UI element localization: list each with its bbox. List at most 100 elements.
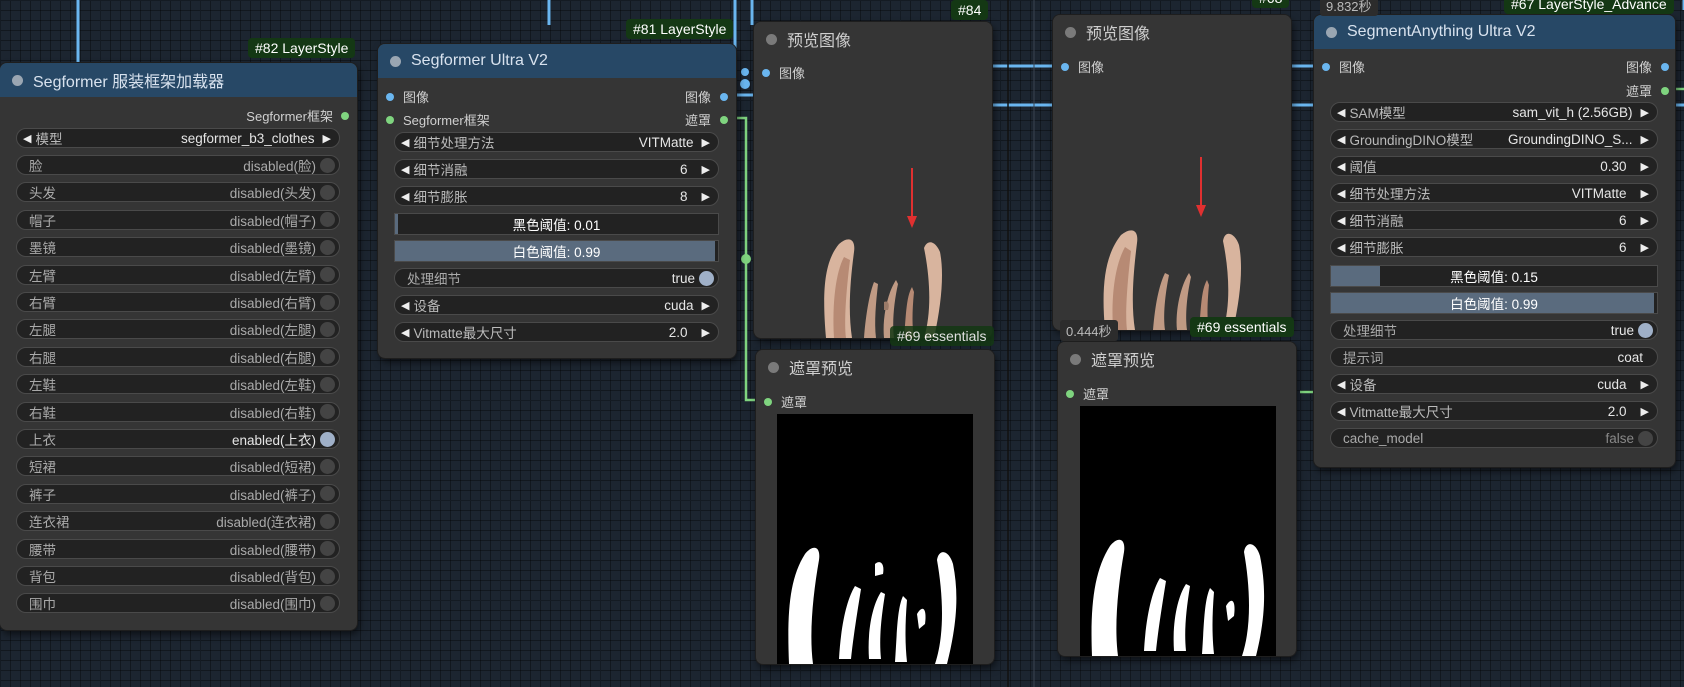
toggle-knob-icon[interactable] bbox=[1638, 430, 1653, 446]
toggle-knob-icon[interactable] bbox=[320, 458, 335, 474]
toggle-knob-icon[interactable] bbox=[320, 321, 335, 337]
collapse-dot-icon[interactable] bbox=[766, 33, 777, 45]
output-socket-icon[interactable] bbox=[1661, 62, 1669, 71]
toggle-knob-icon[interactable] bbox=[320, 431, 335, 447]
detail-method-combo[interactable]: ◀ 细节处理方法 VITMatte ▶ bbox=[394, 132, 719, 152]
arrow-left-icon[interactable]: ◀ bbox=[17, 132, 31, 145]
clothes-item-toggle[interactable]: 短裙 disabled(短裙) bbox=[16, 456, 340, 477]
collapse-dot-icon[interactable] bbox=[1065, 26, 1076, 38]
collapse-dot-icon[interactable] bbox=[12, 74, 23, 86]
preview-image[interactable] bbox=[784, 152, 974, 338]
input-mask[interactable]: 遮罩 bbox=[764, 392, 807, 411]
preview-image-node-2[interactable]: 预览图像 图像 bbox=[1053, 15, 1291, 330]
mask-image[interactable] bbox=[1080, 406, 1276, 656]
arrow-left-icon[interactable]: ◀ bbox=[1331, 214, 1345, 227]
detail-erode-number[interactable]: ◀ 细节消融 6 ▶ bbox=[1330, 210, 1658, 230]
clothes-item-toggle[interactable]: 右臂 disabled(右臂) bbox=[16, 292, 340, 312]
model-combo[interactable]: ◀ 模型 segformer_b3_clothes ▶ bbox=[16, 128, 340, 148]
input-image[interactable]: 图像 bbox=[762, 63, 805, 82]
arrow-right-icon[interactable]: ▶ bbox=[1641, 187, 1657, 200]
arrow-left-icon[interactable]: ◀ bbox=[395, 136, 409, 149]
input-socket-icon[interactable] bbox=[1066, 389, 1074, 398]
clothes-item-toggle[interactable]: 裤子 disabled(裤子) bbox=[16, 483, 340, 504]
arrow-right-icon[interactable]: ▶ bbox=[702, 326, 718, 339]
segformer-clothes-loader-node[interactable]: Segformer 服装框架加载器 Segformer框架 ◀ 模型 segfo… bbox=[0, 63, 357, 630]
toggle-knob-icon[interactable] bbox=[1638, 322, 1653, 338]
arrow-right-icon[interactable]: ▶ bbox=[702, 190, 718, 203]
vitmatte-max-size-number[interactable]: ◀ Vitmatte最大尺寸 2.0 ▶ bbox=[1330, 401, 1658, 421]
collapse-dot-icon[interactable] bbox=[1070, 353, 1081, 365]
arrow-right-icon[interactable]: ▶ bbox=[1641, 160, 1657, 173]
toggle-knob-icon[interactable] bbox=[320, 267, 335, 283]
toggle-knob-icon[interactable] bbox=[320, 376, 335, 392]
output-socket-icon[interactable] bbox=[1661, 86, 1669, 95]
toggle-knob-icon[interactable] bbox=[320, 404, 335, 420]
node-title-bar[interactable]: 遮罩预览 bbox=[1058, 342, 1296, 376]
mask-preview-node-2[interactable]: 遮罩预览 遮罩 bbox=[1058, 342, 1296, 656]
toggle-knob-icon[interactable] bbox=[320, 239, 335, 255]
device-combo[interactable]: ◀ 设备 cuda ▶ bbox=[1330, 374, 1658, 394]
detail-dilate-number[interactable]: ◀ 细节膨胀 6 ▶ bbox=[1330, 237, 1658, 257]
process-detail-toggle[interactable]: 处理细节 true bbox=[394, 268, 719, 288]
output-image[interactable]: 图像 bbox=[1626, 57, 1669, 76]
cache-model-toggle[interactable]: cache_model false bbox=[1330, 428, 1658, 448]
arrow-right-icon[interactable]: ▶ bbox=[1641, 405, 1657, 418]
clothes-item-toggle[interactable]: 左臂 disabled(左臂) bbox=[16, 264, 340, 285]
device-combo[interactable]: ◀ 设备 cuda ▶ bbox=[394, 295, 719, 315]
black-point-slider[interactable]: 黑色阈值: 0.15 bbox=[1330, 265, 1658, 287]
arrow-left-icon[interactable]: ◀ bbox=[395, 190, 409, 203]
prompt-text-input[interactable]: 提示词 coat bbox=[1330, 347, 1658, 367]
input-image[interactable]: 图像 bbox=[386, 87, 429, 106]
arrow-right-icon[interactable]: ▶ bbox=[323, 132, 339, 145]
clothes-item-toggle[interactable]: 腰带 disabled(腰带) bbox=[16, 538, 340, 559]
output-mask[interactable]: 遮罩 bbox=[1626, 81, 1669, 100]
arrow-left-icon[interactable]: ◀ bbox=[1331, 241, 1345, 254]
black-point-slider[interactable]: 黑色阈值: 0.01 bbox=[394, 213, 719, 235]
arrow-left-icon[interactable]: ◀ bbox=[1331, 106, 1345, 119]
input-socket-icon[interactable] bbox=[764, 397, 772, 406]
output-socket-icon[interactable] bbox=[720, 92, 728, 101]
sam-model-combo[interactable]: ◀ SAM模型 sam_vit_h (2.56GB) ▶ bbox=[1330, 102, 1658, 122]
arrow-left-icon[interactable]: ◀ bbox=[1331, 187, 1345, 200]
arrow-left-icon[interactable]: ◀ bbox=[1331, 160, 1345, 173]
arrow-right-icon[interactable]: ▶ bbox=[702, 299, 718, 312]
arrow-right-icon[interactable]: ▶ bbox=[1641, 214, 1657, 227]
threshold-number[interactable]: ◀ 阈值 0.30 ▶ bbox=[1330, 156, 1658, 176]
toggle-knob-icon[interactable] bbox=[699, 270, 714, 286]
clothes-item-toggle[interactable]: 围巾 disabled(围巾) bbox=[16, 593, 340, 614]
segment-anything-ultra-v2-node[interactable]: SegmentAnything Ultra V2 图像 图像 遮罩 ◀ SAM模… bbox=[1314, 15, 1675, 467]
output-image[interactable]: 图像 bbox=[685, 87, 728, 106]
input-mask[interactable]: 遮罩 bbox=[1066, 384, 1109, 403]
input-socket-icon[interactable] bbox=[762, 68, 770, 77]
toggle-knob-icon[interactable] bbox=[320, 541, 335, 557]
arrow-right-icon[interactable]: ▶ bbox=[702, 163, 718, 176]
clothes-item-toggle[interactable]: 墨镜 disabled(墨镜) bbox=[16, 237, 340, 258]
toggle-knob-icon[interactable] bbox=[320, 184, 335, 200]
node-title-bar[interactable]: 遮罩预览 bbox=[756, 350, 994, 384]
arrow-right-icon[interactable]: ▶ bbox=[702, 136, 718, 149]
toggle-knob-icon[interactable] bbox=[320, 568, 335, 584]
preview-image-node[interactable]: 预览图像 图像 bbox=[754, 22, 992, 338]
mask-preview-node[interactable]: 遮罩预览 遮罩 bbox=[756, 350, 994, 664]
output-mask[interactable]: 遮罩 bbox=[685, 110, 728, 129]
collapse-dot-icon[interactable] bbox=[1326, 26, 1337, 38]
detail-dilate-number[interactable]: ◀ 细节膨胀 8 ▶ bbox=[394, 186, 719, 206]
process-detail-toggle[interactable]: 处理细节 true bbox=[1330, 320, 1658, 340]
toggle-knob-icon[interactable] bbox=[320, 157, 335, 173]
arrow-right-icon[interactable]: ▶ bbox=[1641, 241, 1657, 254]
input-segformer-frame[interactable]: Segformer框架 bbox=[386, 110, 490, 129]
arrow-left-icon[interactable]: ◀ bbox=[1331, 378, 1345, 391]
input-image[interactable]: 图像 bbox=[1322, 57, 1365, 76]
vitmatte-max-size-number[interactable]: ◀ Vitmatte最大尺寸 2.0 ▶ bbox=[394, 322, 719, 342]
clothes-item-toggle[interactable]: 左鞋 disabled(左鞋) bbox=[16, 374, 340, 395]
arrow-left-icon[interactable]: ◀ bbox=[395, 299, 409, 312]
white-point-slider[interactable]: 白色阈值: 0.99 bbox=[1330, 292, 1658, 314]
toggle-knob-icon[interactable] bbox=[320, 294, 335, 310]
input-socket-icon[interactable] bbox=[386, 115, 394, 124]
input-socket-icon[interactable] bbox=[386, 92, 394, 101]
node-title-bar[interactable]: 预览图像 bbox=[1053, 15, 1291, 49]
detail-method-combo[interactable]: ◀ 细节处理方法 VITMatte ▶ bbox=[1330, 183, 1658, 203]
toggle-knob-icon[interactable] bbox=[320, 513, 335, 529]
segformer-ultra-v2-node[interactable]: Segformer Ultra V2 图像 Segformer框架 图像 遮罩 … bbox=[378, 44, 736, 358]
arrow-right-icon[interactable]: ▶ bbox=[1641, 133, 1657, 146]
